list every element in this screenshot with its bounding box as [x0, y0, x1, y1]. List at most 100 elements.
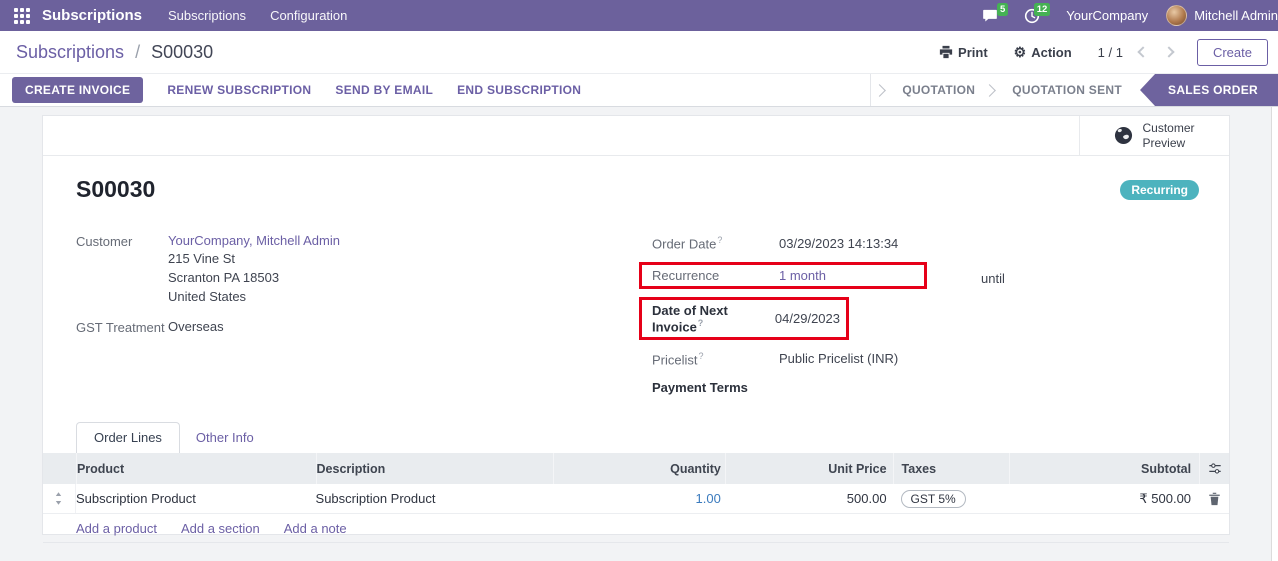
header-taxes[interactable]: Taxes: [892, 453, 1010, 485]
order-lines-table: Product Description Quantity Unit Price …: [43, 453, 1229, 544]
stage-sales-order[interactable]: SALES ORDER: [1140, 74, 1278, 106]
header-unit-price[interactable]: Unit Price: [724, 453, 893, 485]
until-label: until: [981, 271, 1005, 286]
print-button[interactable]: Print: [939, 45, 988, 60]
printer-icon: [939, 45, 953, 59]
breadcrumb-current: S00030: [151, 41, 214, 62]
customer-label: Customer: [76, 234, 133, 249]
add-section-link[interactable]: Add a section: [181, 521, 260, 536]
renew-subscription-button[interactable]: RENEW SUBSCRIPTION: [167, 83, 311, 97]
app-name[interactable]: Subscriptions: [42, 7, 142, 24]
record-sheet: Customer Preview Recurring S00030 Custom…: [42, 115, 1230, 544]
scrollbar-gutter[interactable]: [1271, 107, 1278, 561]
sliders-icon: [1208, 463, 1221, 474]
recurrence-highlight-box: Recurrence 1 month: [639, 262, 927, 289]
user-avatar[interactable]: [1166, 5, 1188, 26]
notebook-tabs: Order Lines Other Info: [76, 422, 1196, 454]
next-invoice-value[interactable]: 04/29/2023: [775, 311, 840, 326]
gear-icon: ⚙: [1013, 44, 1027, 60]
header-quantity[interactable]: Quantity: [553, 453, 725, 485]
stage-quotation[interactable]: QUOTATION: [892, 74, 985, 106]
pager-counter: 1 / 1: [1097, 44, 1123, 60]
add-note-link[interactable]: Add a note: [284, 521, 347, 536]
table-row[interactable]: Subscription Product Subscription Produc…: [43, 484, 1229, 515]
cell-quantity[interactable]: 1.00: [553, 484, 725, 513]
menu-configuration[interactable]: Configuration: [270, 8, 347, 23]
stage-quotation-sent[interactable]: QUOTATION SENT: [1002, 74, 1132, 106]
user-menu[interactable]: Mitchell Admin: [1194, 8, 1278, 23]
globe-icon: [1115, 126, 1133, 145]
table-footer-links: Add a product Add a section Add a note: [43, 514, 1229, 544]
help-marker: ?: [697, 318, 704, 328]
pager-next-icon[interactable]: [1163, 46, 1175, 58]
help-marker: ?: [717, 235, 723, 246]
pricelist-field: Pricelist? Public Pricelist (INR): [639, 348, 1196, 369]
cell-taxes: GST 5%: [893, 484, 1010, 513]
customer-address-line2: Scranton PA 18503: [168, 270, 280, 285]
header-product[interactable]: Product: [75, 453, 316, 485]
end-subscription-button[interactable]: END SUBSCRIPTION: [457, 83, 581, 97]
menu-subscriptions[interactable]: Subscriptions: [168, 8, 246, 23]
activities-count-badge: 12: [1033, 2, 1051, 16]
next-invoice-label: Date of Next Invoice?: [652, 303, 728, 335]
optional-columns-button[interactable]: [1199, 453, 1229, 485]
apps-menu-icon[interactable]: [14, 7, 30, 24]
payment-terms-field: Payment Terms: [639, 377, 1196, 398]
customer-link[interactable]: YourCompany, Mitchell Admin: [168, 233, 340, 248]
help-marker: ?: [698, 350, 704, 361]
customer-address-line3: United States: [168, 289, 247, 304]
pager-previous-icon[interactable]: [1137, 46, 1149, 58]
send-by-email-button[interactable]: SEND BY EMAIL: [335, 83, 433, 97]
delete-row-button[interactable]: [1199, 484, 1229, 513]
control-panel: Subscriptions / S00030 Print ⚙ Action 1 …: [0, 31, 1278, 74]
record-title[interactable]: S00030: [76, 176, 1196, 203]
pricelist-label: Pricelist?: [652, 350, 704, 367]
status-pipeline: QUOTATION QUOTATION SENT SALES ORDER: [870, 74, 1278, 106]
tax-badge[interactable]: GST 5%: [900, 489, 966, 508]
company-switcher[interactable]: YourCompany: [1066, 8, 1148, 23]
gst-treatment-value[interactable]: Overseas: [168, 319, 224, 335]
payment-terms-label: Payment Terms: [652, 380, 748, 396]
breadcrumb-subscriptions[interactable]: Subscriptions: [16, 42, 124, 62]
statusbar: CREATE INVOICE RENEW SUBSCRIPTION SEND B…: [0, 74, 1278, 107]
pricelist-value[interactable]: Public Pricelist (INR): [779, 351, 898, 366]
cell-description[interactable]: Subscription Product: [316, 484, 554, 513]
order-date-value[interactable]: 03/29/2023 14:13:34: [779, 236, 898, 251]
top-navbar: Subscriptions Subscriptions Configuratio…: [0, 0, 1278, 31]
customer-preview-button[interactable]: Customer Preview: [1079, 116, 1229, 155]
header-subtotal[interactable]: Subtotal: [1009, 453, 1199, 485]
chat-bubble-icon: [983, 9, 998, 22]
stage-separator-icon: [983, 83, 997, 97]
stage-separator-icon: [873, 83, 887, 97]
header-description[interactable]: Description: [315, 453, 554, 485]
order-date-label: Order Date?: [652, 235, 723, 252]
add-product-link[interactable]: Add a product: [76, 521, 157, 536]
messages-count-badge: 5: [996, 3, 1009, 17]
drag-handle[interactable]: [43, 484, 76, 514]
preview-row: Customer Preview: [43, 116, 1229, 156]
cell-product[interactable]: Subscription Product: [76, 484, 316, 513]
customer-field: Customer YourCompany, Mitchell Admin 215…: [76, 233, 639, 305]
breadcrumb-separator: /: [135, 41, 141, 62]
order-date-field: Order Date? 03/29/2023 14:13:34: [639, 233, 1196, 254]
breadcrumb: Subscriptions / S00030: [16, 42, 213, 63]
cell-unit-price[interactable]: 500.00: [725, 484, 893, 513]
messages-icon[interactable]: 5: [982, 3, 1009, 23]
recurrence-label: Recurrence: [652, 268, 720, 283]
gst-treatment-label: GST Treatment: [76, 320, 165, 335]
recurrence-value[interactable]: 1 month: [779, 268, 826, 283]
drag-handle-icon: [56, 492, 62, 506]
main-content: Customer Preview Recurring S00030 Custom…: [0, 107, 1278, 561]
gst-treatment-field: GST Treatment Overseas: [76, 319, 639, 335]
create-button[interactable]: Create: [1196, 38, 1268, 66]
next-invoice-highlight-box: Date of Next Invoice? 04/29/2023: [639, 297, 849, 341]
create-invoice-button[interactable]: CREATE INVOICE: [12, 77, 144, 103]
activities-icon[interactable]: 12: [1024, 2, 1051, 24]
tab-other-info[interactable]: Other Info: [180, 423, 270, 453]
action-button[interactable]: ⚙ Action: [1014, 45, 1072, 60]
trash-icon: [1208, 492, 1220, 505]
tab-order-lines[interactable]: Order Lines: [76, 422, 180, 454]
cell-subtotal: ₹ 500.00: [1139, 490, 1192, 506]
table-header-row: Product Description Quantity Unit Price …: [43, 453, 1229, 485]
customer-address-line1: 215 Vine St: [168, 251, 235, 266]
